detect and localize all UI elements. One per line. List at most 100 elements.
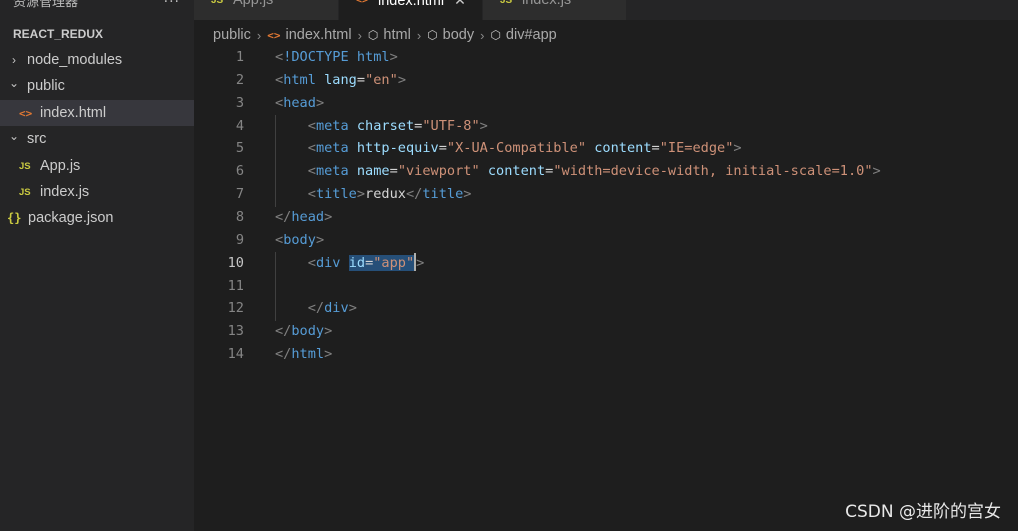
code-token: > xyxy=(416,254,425,271)
tree-item-src[interactable]: ⌄ src xyxy=(0,126,194,152)
code-token: < xyxy=(275,231,284,248)
tree-item-node-modules[interactable]: › node_modules xyxy=(0,47,194,73)
code-line[interactable]: 1 <!DOCTYPE html> xyxy=(194,46,1018,69)
chevron-right-icon: › xyxy=(12,53,16,67)
code-token: "IE=edge" xyxy=(659,140,734,157)
symbol-element-icon: ⬡ xyxy=(427,28,438,42)
tab-label: App.js xyxy=(233,0,274,8)
js-file-icon: JS xyxy=(19,160,31,172)
explorer-sidebar: 资源管理器 ··· REACT_REDUX › node_modules ⌄ publ… xyxy=(0,0,194,531)
code-token: > xyxy=(324,208,333,225)
code-text: </head> xyxy=(275,206,332,229)
tab-index-js[interactable]: JS index.js xyxy=(483,0,626,20)
code-token: name xyxy=(356,163,390,180)
code-token: html xyxy=(283,71,316,88)
breadcrumb-symbol-html[interactable]: html xyxy=(383,27,410,43)
code-token: redux xyxy=(365,186,406,203)
breadcrumb-file[interactable]: index.html xyxy=(285,27,351,43)
more-actions-icon[interactable]: ··· xyxy=(164,0,180,10)
code-token: title xyxy=(315,186,357,203)
code-token: "en" xyxy=(365,71,398,88)
code-token: div xyxy=(315,254,341,271)
chevron-down-icon: ⌄ xyxy=(8,76,20,90)
code-line[interactable]: 11 xyxy=(194,275,1018,298)
chevron-right-icon: › xyxy=(416,27,422,43)
code-text: <meta name="viewport" content="width=dev… xyxy=(275,160,881,183)
code-token: = xyxy=(438,140,447,157)
code-text: <div id="app" > xyxy=(275,252,424,275)
tree-item-index-html[interactable]: <> index.html xyxy=(0,100,194,126)
code-line[interactable]: 9 <body> xyxy=(194,229,1018,252)
code-token: meta xyxy=(315,140,349,157)
watermark: CSDN @进阶的宫女 xyxy=(845,502,1001,522)
code-editor[interactable]: 1 <!DOCTYPE html> 2 <html lang="en"> 3 <head>… xyxy=(194,46,1018,531)
code-line[interactable]: 6 <meta name="viewport" content="width=d… xyxy=(194,160,1018,183)
code-token: < xyxy=(307,140,316,157)
breadcrumb-folder[interactable]: public xyxy=(213,27,251,43)
code-token: "width=device-width, initial-scale=1.0" xyxy=(553,163,873,180)
code-token: "viewport" xyxy=(397,163,480,180)
chevron-right-icon: › xyxy=(480,27,485,43)
code-text: <!DOCTYPE html> xyxy=(275,46,398,69)
line-number: 6 xyxy=(235,163,244,180)
tree-item-app-js[interactable]: JS App.js xyxy=(0,153,194,179)
code-line[interactable]: 8 </head> xyxy=(194,206,1018,229)
line-number: 11 xyxy=(227,277,244,294)
code-token: > xyxy=(315,94,325,111)
code-line[interactable]: 2 <html lang="en"> xyxy=(194,69,1018,92)
selected-token: id xyxy=(348,254,366,271)
code-text: <head> xyxy=(275,92,324,115)
json-file-icon: {} xyxy=(7,211,22,225)
code-token: < xyxy=(275,71,284,88)
breadcrumb-symbol-div[interactable]: div#app xyxy=(506,27,557,43)
code-token: > xyxy=(733,140,742,157)
tree-item-package-json[interactable]: {} package.json xyxy=(0,205,194,231)
tree-item-public[interactable]: ⌄ public xyxy=(0,73,194,99)
line-number: 10 xyxy=(227,254,244,271)
code-line[interactable]: 10 <div id="app" > xyxy=(194,252,1018,275)
tree-item-label: package.json xyxy=(28,210,114,226)
code-line[interactable]: 3 <head> xyxy=(194,92,1018,115)
code-line[interactable]: 7 <title>redux</title> xyxy=(194,183,1018,206)
code-token: head xyxy=(291,208,325,225)
symbol-element-icon: ⬡ xyxy=(490,28,501,42)
breadcrumb-symbol-body[interactable]: body xyxy=(443,27,474,43)
project-folder-header[interactable]: REACT_REDUX xyxy=(0,22,194,46)
code-token: lang xyxy=(324,71,357,88)
close-tab-icon[interactable]: ✕ xyxy=(454,0,466,9)
code-token: title xyxy=(422,186,464,203)
tree-item-label: src xyxy=(27,131,47,147)
tab-index-html[interactable]: <> index.html ✕ xyxy=(339,0,482,20)
editor-tab-bar: JS App.js <> index.html ✕ JS index.js xyxy=(194,0,1018,20)
code-text: <body> xyxy=(275,229,324,252)
symbol-element-icon: ⬡ xyxy=(367,28,379,42)
code-line[interactable]: 12 </div> xyxy=(194,297,1018,320)
code-line[interactable]: 14 </html> xyxy=(194,343,1018,366)
code-token: </ xyxy=(275,323,292,340)
code-token: > xyxy=(324,346,333,363)
tab-label: index.html xyxy=(378,0,445,9)
code-token: = xyxy=(389,163,398,180)
tab-app-js[interactable]: JS App.js xyxy=(194,0,338,20)
code-token: content xyxy=(487,163,546,180)
code-text: </body> xyxy=(275,320,332,343)
code-token: > xyxy=(479,117,488,134)
code-token: charset xyxy=(356,117,415,134)
code-token: > xyxy=(324,323,333,340)
tree-item-index-js[interactable]: JS index.js xyxy=(0,179,194,205)
code-token: content xyxy=(594,140,652,157)
code-token: head xyxy=(283,94,316,111)
code-line[interactable]: 4 <meta charset="UTF-8"> xyxy=(194,115,1018,138)
code-line[interactable]: 13 </body> xyxy=(194,320,1018,343)
code-token: body xyxy=(291,323,325,340)
code-line[interactable]: 5 <meta http-equiv="X-UA-Compatible" con… xyxy=(194,137,1018,160)
tree-item-label: public xyxy=(27,78,65,94)
code-token: > xyxy=(872,163,881,180)
tree-item-label: App.js xyxy=(40,158,81,174)
js-file-icon: JS xyxy=(19,186,31,198)
